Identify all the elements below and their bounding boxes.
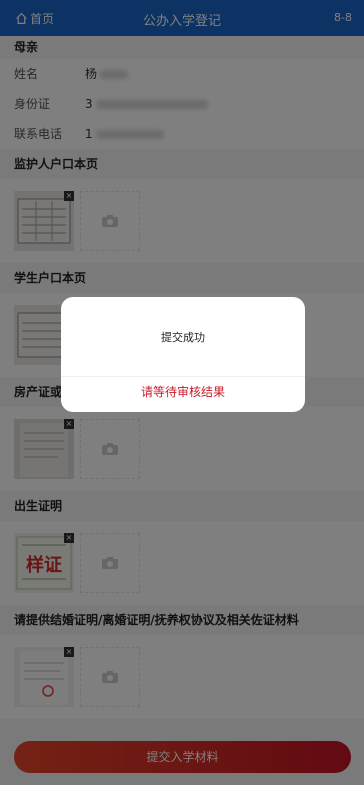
dialog-confirm-button[interactable]: 请等待审核结果 [61,377,305,412]
success-dialog: 提交成功 请等待审核结果 [61,297,305,412]
dialog-message: 提交成功 [161,331,205,344]
